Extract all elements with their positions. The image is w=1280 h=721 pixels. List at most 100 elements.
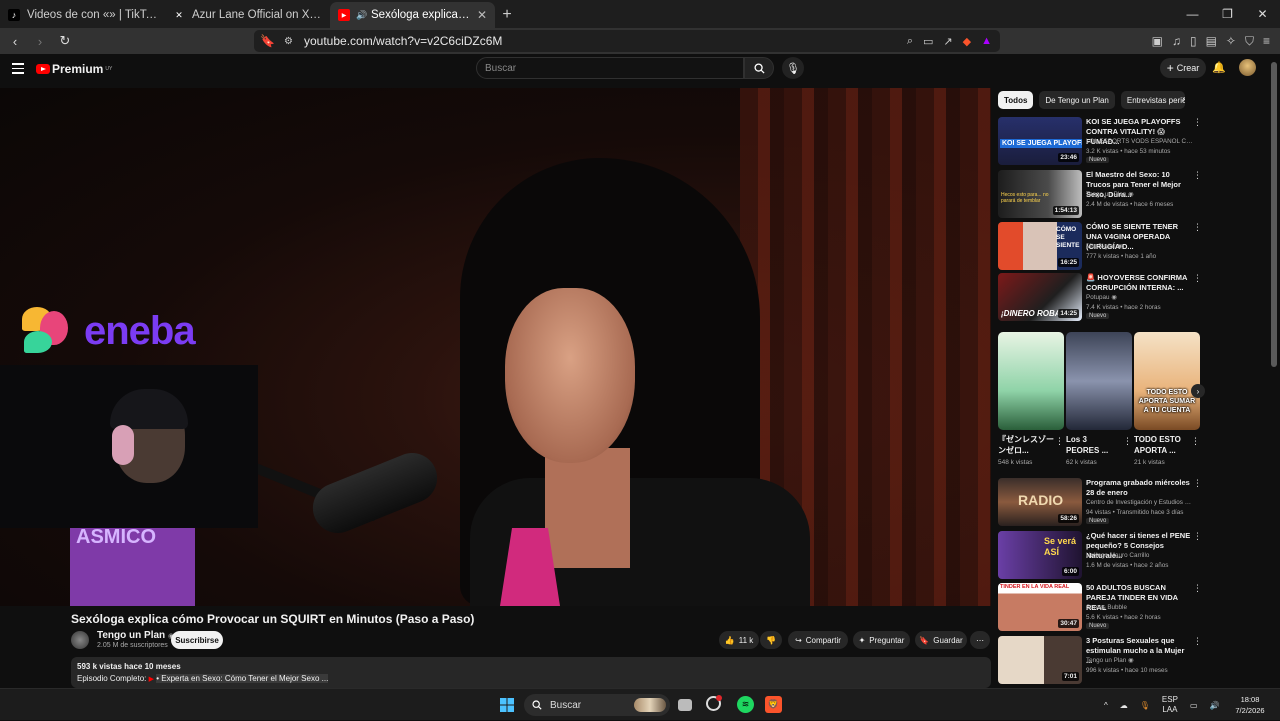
dislike-button[interactable]: 👎 [760,631,782,649]
youtube-header: Premium UY Buscar 🎙 + Crear 🔔 [0,54,1280,84]
more-options-icon[interactable]: ⋮ [1193,478,1202,489]
more-options-icon[interactable]: ⋮ [1191,436,1200,447]
minimize-icon[interactable]: — [1175,0,1210,28]
lang-line-2: LAA [1162,705,1178,714]
short-item[interactable]: 『ゼンレスゾーンゼロ... 548 k vistas ⋮ [998,332,1064,466]
guide-menu-icon[interactable] [12,63,24,77]
short-thumbnail [1066,332,1132,430]
share-button[interactable]: ↪ Compartir [788,631,848,649]
tab-x[interactable]: ✕ Azur Lane Official on X: "[Preview: Fr [165,2,330,28]
channel-avatar[interactable] [71,631,89,649]
wallet-icon[interactable]: ▤ [1206,34,1217,48]
chip-todos[interactable]: Todos [998,91,1034,109]
screenshot-icon[interactable]: ▣ [1152,34,1163,48]
address-bar[interactable]: 🔖 ⚙ youtube.com/watch?v=v2C6ciDZc6M ⌕ ▭ … [254,30,1000,52]
list-item[interactable]: ¡DINERO ROBA 14:25 🚨 HOYOVERSE CONFIRMA … [998,273,1203,321]
ask-button[interactable]: ✦ Preguntar [853,631,910,649]
more-options-icon[interactable]: ⋮ [1193,222,1202,233]
create-button[interactable]: + Crear [1160,58,1206,78]
task-view-icon[interactable] [678,699,692,711]
voice-search-button[interactable]: 🎙 [782,57,804,79]
description-box[interactable]: 593 k vistas hace 10 meses Episodio Comp… [71,657,991,688]
microphone-tray-icon[interactable]: 🎙 [1140,701,1150,710]
account-avatar[interactable] [1239,59,1256,76]
bookmark-icon[interactable]: 🔖 [260,34,275,48]
onedrive-icon[interactable]: ☁ [1120,701,1128,710]
language-indicator[interactable]: ESP LAA [1162,695,1178,715]
sidebar-icon[interactable]: ▯ [1190,34,1197,48]
tab-youtube[interactable]: ▶ 🔊 Sexóloga explica cómo Provoc ✕ [330,2,495,28]
search-input[interactable]: Buscar [476,57,744,79]
leo-icon[interactable]: ✧ [1226,34,1236,48]
list-item[interactable]: RADIO 58:26 Programa grabado miércoles 2… [998,478,1203,526]
save-button[interactable]: 🔖 Guardar [915,631,967,649]
more-options-icon[interactable]: ⋮ [1193,583,1202,594]
list-item[interactable]: CÓMO SE SIENTE 16:25 CÓMO SE SIENTE TENE… [998,222,1203,270]
search-button[interactable] [744,57,774,79]
channel-name: Somos Bubble [1086,604,1127,611]
close-tab-icon[interactable]: ✕ [477,8,487,22]
notifications-bell-icon[interactable]: 🔔 [1212,61,1226,74]
shorts-next-button[interactable]: › [1191,384,1205,398]
obs-icon[interactable] [706,695,722,711]
back-icon[interactable]: ‹ [5,31,25,51]
chip-interviews[interactable]: Entrevistas periódi [1120,91,1185,109]
chips-next-icon[interactable]: › [1182,94,1185,105]
site-info-icon[interactable]: ⚙ [284,36,293,47]
vpn-icon[interactable]: ⛉ [1245,34,1254,49]
video-thumbnail: CÓMO SE SIENTE 16:25 [998,222,1082,270]
video-title: Sexóloga explica cómo Provocar un SQUIRT… [71,612,475,626]
forward-icon[interactable]: › [30,31,50,51]
windows-start-icon[interactable] [498,696,515,713]
music-icon[interactable]: ♫ [1172,34,1181,48]
video-player[interactable]: ÁSMICO eneba [0,88,991,606]
list-item[interactable]: TINDER EN LA VIDA REAL 30:47 50 ADULTOS … [998,583,1203,631]
more-options-icon[interactable]: ⋮ [1193,531,1202,542]
new-badge: Nuevo [1086,623,1110,629]
subscribe-button[interactable]: Suscribirse [171,631,223,649]
like-button[interactable]: 👍 11 k [719,631,759,649]
brave-shield-icon[interactable]: ◆ [963,35,971,48]
spotify-icon[interactable]: ≋ [737,696,754,713]
list-item[interactable]: Hecos esto para... no parará de temblar … [998,170,1203,218]
list-item[interactable]: KOI SE JUEGA PLAYOFFS 23:46 KOI SE JUEGA… [998,117,1203,165]
taskbar-search[interactable]: Buscar [524,694,670,716]
short-item[interactable]: TODO ESTO APORTA SUMAR A TU CUENTA TODO … [1134,332,1200,466]
more-actions-button[interactable]: ⋯ [970,631,990,649]
taskbar-clock[interactable]: 18:08 7/2/2026 [1230,694,1270,716]
cast-icon[interactable]: ▭ [923,35,933,48]
zoom-icon[interactable]: ⌕ [907,35,913,48]
page-scrollbar[interactable] [1271,62,1277,367]
tab-tiktok[interactable]: ♪ Videos de con «» | TikTok [0,2,165,28]
restore-icon[interactable]: ❐ [1210,0,1245,28]
close-window-icon[interactable]: ✕ [1245,0,1280,28]
chip-channel[interactable]: De Tengo un Plan [1039,91,1115,109]
short-thumbnail [998,332,1064,430]
clock-time: 18:08 [1240,695,1260,704]
share-icon[interactable]: ↗ [943,35,952,48]
tray-overflow-icon[interactable]: ^ [1104,701,1108,710]
reload-icon[interactable]: ↻ [55,31,75,51]
more-options-icon[interactable]: ⋮ [1123,436,1132,447]
episode-prefix: Episodio Completo: [77,674,147,683]
list-item[interactable]: Se verá ASÍ 6:00 ¿Qué hacer si tienes el… [998,531,1203,579]
list-item[interactable]: 7:01 3 Posturas Sexuales que estimulan m… [998,636,1203,684]
more-options-icon[interactable]: ⋮ [1193,170,1202,181]
speaker-icon[interactable]: 🔊 [356,9,367,21]
new-tab-button[interactable]: + [495,2,519,28]
more-options-icon[interactable]: ⋮ [1193,117,1202,128]
menu-icon[interactable]: ≡ [1263,34,1270,48]
brave-rewards-icon[interactable]: ▲ [981,35,992,47]
more-options-icon[interactable]: ⋮ [1193,636,1202,647]
channel-name: Tengo un Plan ◉ [1086,657,1134,664]
volume-icon[interactable]: 🔊 [1210,701,1220,710]
episode-link[interactable]: • Experta en Sexo: Cómo Tener el Mejor S… [156,674,329,683]
more-options-icon[interactable]: ⋮ [1193,273,1202,284]
short-item[interactable]: Los 3 PEORES ... 62 k vistas ⋮ [1066,332,1132,466]
channel-name[interactable]: Tengo un Plan ◉ [97,630,174,641]
brave-browser-icon[interactable]: 🦁 [765,696,782,713]
duration-badge: 16:25 [1058,258,1079,267]
youtube-logo[interactable]: Premium UY [36,62,112,76]
network-icon[interactable]: ▭ [1190,701,1198,710]
more-options-icon[interactable]: ⋮ [1055,436,1064,447]
